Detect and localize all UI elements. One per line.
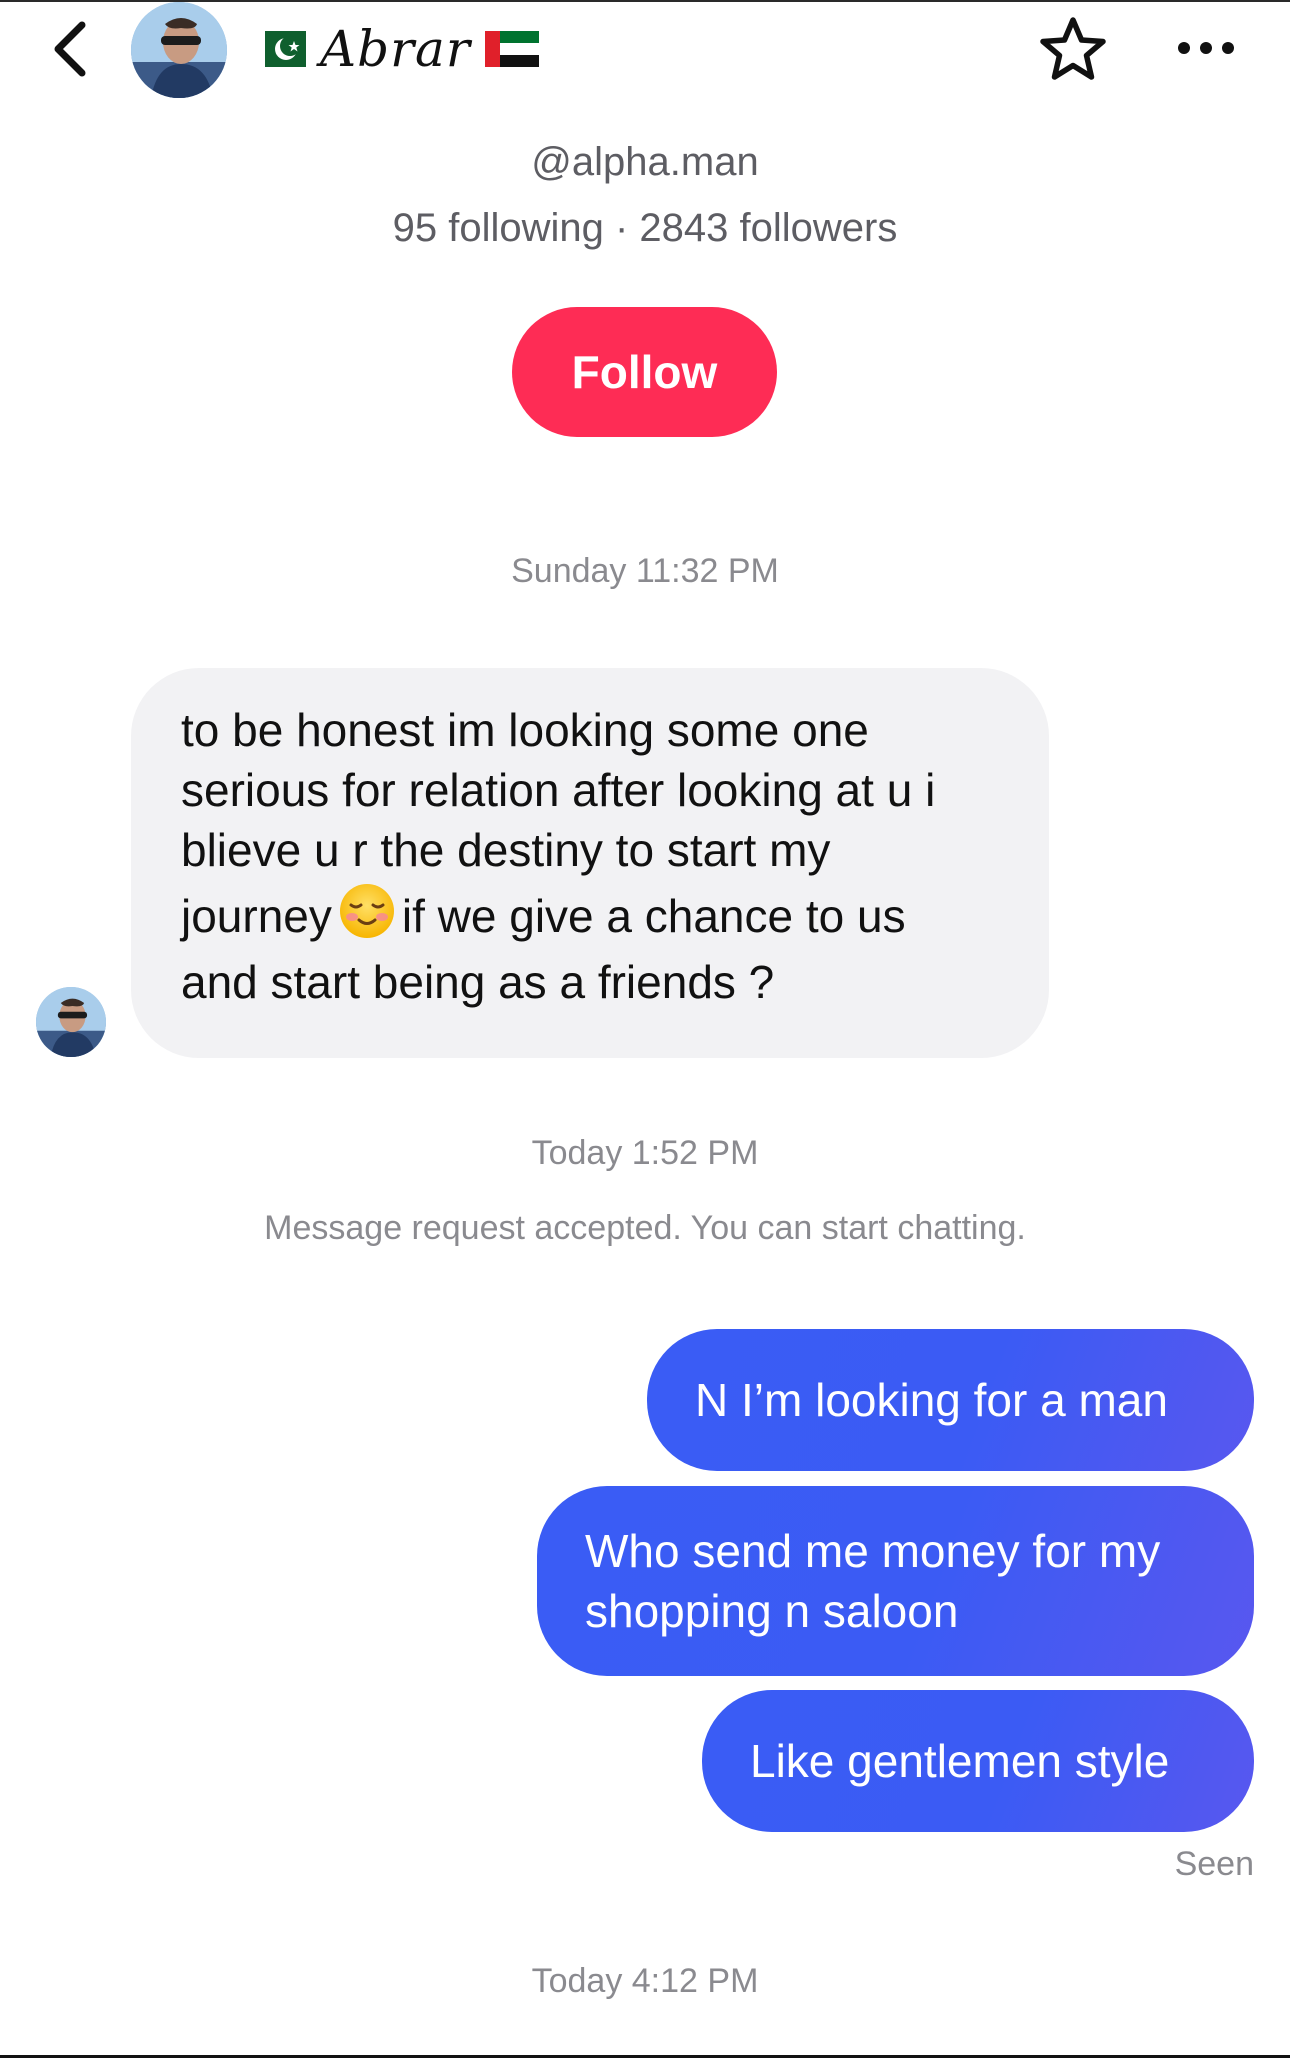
star-outline-icon [1040, 17, 1106, 80]
timestamp: Today 4:12 PM [531, 1962, 759, 2000]
message-line-with-emoji: journey if we give a chance to us [181, 880, 1003, 952]
pakistan-flag-icon [252, 31, 306, 67]
message-line: to be honest im looking some one [181, 704, 869, 756]
outgoing-message-bubble[interactable]: N I’m looking for a man [647, 1329, 1254, 1471]
incoming-message-bubble[interactable]: to be honest im looking some one serious… [131, 668, 1049, 1058]
header-name-group[interactable]: Abrar [252, 14, 539, 84]
outgoing-message-bubble[interactable]: Who send me money for my shopping n salo… [537, 1486, 1254, 1676]
message-line: and start being as a friends ? [181, 956, 775, 1008]
header-avatar[interactable] [131, 2, 227, 98]
message-text: Like gentlemen style [750, 1735, 1170, 1787]
smiling-face-icon [338, 882, 396, 960]
outgoing-message-bubble[interactable]: Like gentlemen style [702, 1690, 1254, 1832]
chat-header: Abrar [0, 0, 1290, 110]
message-text: if we give a chance to us [401, 890, 906, 942]
more-horizontal-icon [1178, 42, 1234, 54]
seen-status: Seen [1174, 1845, 1254, 1883]
message-line: blieve u r the destiny to start my [181, 824, 831, 876]
message-line: Who send me money for my [585, 1525, 1161, 1577]
sender-avatar[interactable] [36, 987, 106, 1057]
chat-screen: Abrar @alpha.man 95 following · 2843 fol… [0, 0, 1290, 2058]
message-line: serious for relation after looking at u … [181, 764, 936, 816]
person-photo-icon [36, 987, 106, 1057]
timestamp: Sunday 11:32 PM [511, 552, 779, 590]
profile-handle: @alpha.man [531, 140, 759, 184]
favorite-button[interactable] [1036, 12, 1110, 86]
person-photo-icon [131, 2, 227, 98]
message-text: N I’m looking for a man [695, 1374, 1168, 1426]
back-button[interactable] [42, 16, 98, 82]
timestamp: Today 1:52 PM [531, 1134, 759, 1172]
profile-stats: 95 following · 2843 followers [392, 206, 898, 250]
message-text: journey [181, 890, 332, 942]
display-name: Abrar [320, 20, 471, 78]
system-message: Message request accepted. You can start … [264, 1209, 1026, 1247]
message-line: shopping n saloon [585, 1585, 959, 1637]
chevron-left-icon [54, 21, 86, 77]
more-options-button[interactable] [1170, 18, 1242, 78]
uae-flag-icon [484, 31, 539, 67]
follow-button[interactable]: Follow [512, 307, 777, 437]
